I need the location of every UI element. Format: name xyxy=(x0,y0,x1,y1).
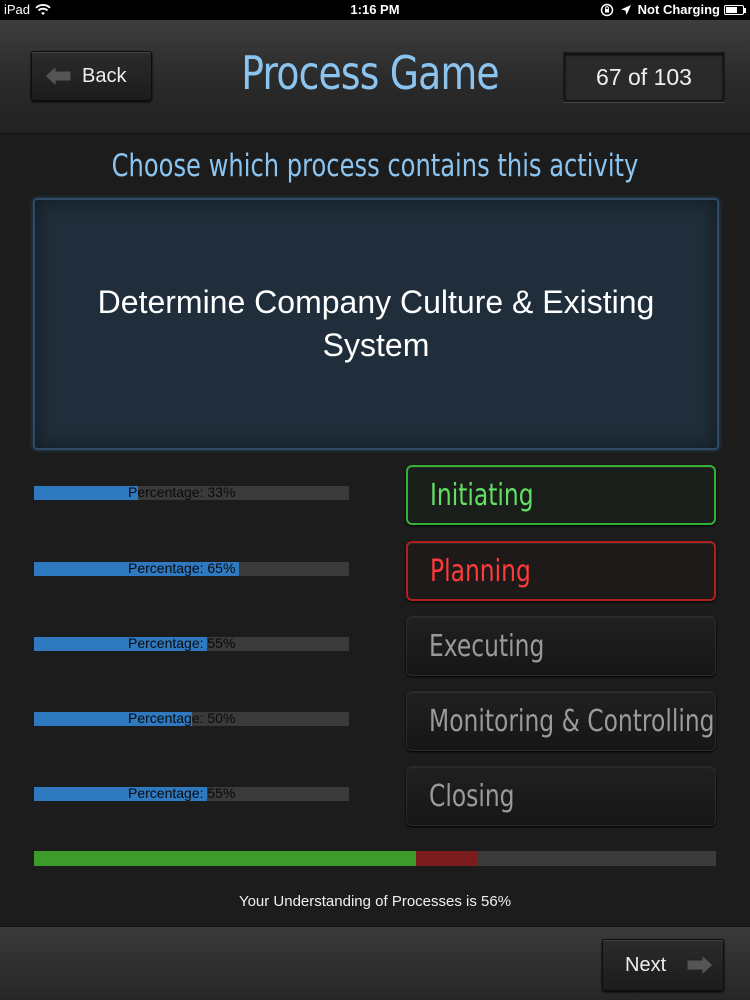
next-arrow-icon xyxy=(686,953,714,977)
percentage-bar: Percentage: 65% xyxy=(34,560,349,576)
process-row: Percentage: 33% Initiating xyxy=(0,465,750,527)
understanding-bar xyxy=(34,851,716,866)
header: Back Process Game 67 of 103 xyxy=(0,20,750,134)
percentage-label: Percentage: 33% xyxy=(128,484,236,500)
percentage-label: Percentage: 55% xyxy=(128,635,236,651)
percentage-bar: Percentage: 50% xyxy=(34,710,349,726)
battery-icon xyxy=(724,5,746,15)
understanding-wrong-fill xyxy=(415,851,478,866)
process-label: Initiating xyxy=(430,477,534,513)
percentage-fill xyxy=(34,486,138,500)
percentage-bar: Percentage: 33% xyxy=(34,484,349,500)
process-option-executing[interactable]: Executing xyxy=(406,616,716,676)
percentage-bar: Percentage: 55% xyxy=(34,635,349,651)
back-button[interactable]: Back xyxy=(31,51,152,101)
process-row: Percentage: 55% Executing xyxy=(0,616,750,678)
percentage-label: Percentage: 50% xyxy=(128,710,236,726)
process-label: Closing xyxy=(429,778,515,814)
process-label: Executing xyxy=(429,628,545,664)
percentage-bar: Percentage: 55% xyxy=(34,785,349,801)
process-label: Planning xyxy=(430,553,531,589)
location-icon xyxy=(620,4,631,15)
question-counter: 67 of 103 xyxy=(563,52,725,102)
rotation-lock-icon xyxy=(600,3,613,16)
next-label: Next xyxy=(625,953,667,976)
status-bar: iPad 1:16 PM Not Charging xyxy=(0,0,750,20)
understanding-text: Your Understanding of Processes is 56% xyxy=(238,893,512,910)
activity-card: Determine Company Culture & Existing Sys… xyxy=(33,198,719,450)
instruction-text: Choose which process contains this activ… xyxy=(111,148,639,184)
understanding-correct-fill xyxy=(34,851,416,866)
process-option-closing[interactable]: Closing xyxy=(406,766,716,826)
process-row: Percentage: 50% Monitoring & Controlling xyxy=(0,691,750,753)
charging-status: Not Charging xyxy=(637,2,720,17)
page-title: Process Game xyxy=(241,46,499,100)
back-arrow-icon xyxy=(44,64,72,88)
process-option-planning[interactable]: Planning xyxy=(406,541,716,601)
process-row: Percentage: 55% Closing xyxy=(0,766,750,828)
process-option-initiating[interactable]: Initiating xyxy=(406,465,716,525)
next-button[interactable]: Next xyxy=(602,939,724,991)
process-option-monitoring-controlling[interactable]: Monitoring & Controlling xyxy=(406,691,716,751)
activity-text: Determine Company Culture & Existing Sys… xyxy=(97,284,655,363)
percentage-label: Percentage: 55% xyxy=(128,785,236,801)
process-label: Monitoring & Controlling xyxy=(429,703,715,739)
percentage-label: Percentage: 65% xyxy=(128,560,236,576)
process-row: Percentage: 65% Planning xyxy=(0,541,750,603)
back-label: Back xyxy=(82,64,127,87)
footer: Next xyxy=(0,926,750,1000)
